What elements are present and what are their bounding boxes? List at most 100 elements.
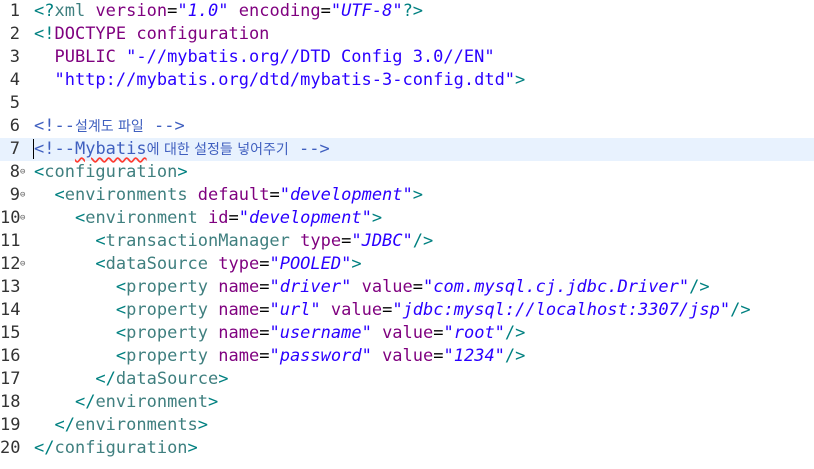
- code-text: <environments default="development">: [34, 184, 423, 207]
- code-token: encoding: [228, 1, 321, 21]
- code-line[interactable]: 6 <!--설계도 파일 -->: [0, 115, 814, 138]
- code-text: </configuration>: [34, 437, 198, 460]
- code-text: <!--Mybatis에 대한 설정들 넣어주기 -->: [33, 138, 330, 162]
- code-line[interactable]: 15 <property name="username" value="root…: [0, 322, 814, 345]
- code-token: <: [115, 277, 127, 297]
- code-text: <!--설계도 파일 -->: [34, 115, 185, 139]
- code-line[interactable]: 7 <!--Mybatis에 대한 설정들 넣어주기 -->: [0, 138, 814, 161]
- code-line[interactable]: 10 ⊖ <environment id="development">: [0, 207, 814, 230]
- fold-toggle-icon[interactable]: ⊖: [20, 253, 32, 276]
- code-token: "development": [238, 208, 372, 228]
- code-text: <property name="password" value="1234"/>: [34, 345, 526, 368]
- code-line[interactable]: 4 "http://mybatis.org/dtd/mybatis-3-conf…: [0, 69, 814, 92]
- code-token: environment: [85, 208, 209, 228]
- code-text: <environment id="development">: [34, 207, 382, 230]
- code-token: <: [33, 139, 45, 159]
- code-line[interactable]: 9 ⊖ <environments default="development">: [0, 184, 814, 207]
- code-token: property: [126, 277, 219, 297]
- line-number: 13: [0, 277, 21, 297]
- line-number: 10: [0, 208, 21, 228]
- line-number: 2: [9, 24, 20, 44]
- code-token: name: [218, 277, 260, 297]
- code-token: property: [126, 323, 219, 343]
- line-number: 11: [0, 231, 21, 251]
- code-token: dataSource: [115, 369, 219, 389]
- code-token: <: [74, 208, 86, 228]
- code-token: PUBLIC: [34, 47, 127, 67]
- code-token: "driver": [269, 277, 352, 297]
- code-token: name: [218, 300, 260, 320]
- code-token: >: [218, 369, 229, 389]
- code-text: <transactionManager type="JDBC"/>: [34, 230, 433, 253]
- code-line[interactable]: 19 </environments>: [0, 414, 814, 437]
- code-editor[interactable]: 1 <?xml version="1.0" encoding="UTF-8"?> 2…: [0, 0, 814, 469]
- code-token: =: [259, 277, 270, 297]
- code-line[interactable]: 1 <?xml version="1.0" encoding="UTF-8"?>: [0, 0, 814, 23]
- code-token: version: [95, 1, 168, 21]
- code-token: <: [115, 323, 127, 343]
- code-line[interactable]: 2 <!DOCTYPE configuration: [0, 23, 814, 46]
- code-line[interactable]: 18 </environment>: [0, 391, 814, 414]
- code-token: <?: [34, 1, 55, 21]
- code-line[interactable]: 17 </dataSource>: [0, 368, 814, 391]
- code-text: <dataSource type="POOLED">: [34, 253, 361, 276]
- code-token: =: [167, 1, 178, 21]
- code-token: "url": [269, 300, 321, 320]
- code-line[interactable]: 14 <property name="url" value="jdbc:mysq…: [0, 299, 814, 322]
- line-number: 19: [0, 415, 21, 435]
- code-token: </: [54, 415, 75, 435]
- code-token: =: [412, 277, 424, 297]
- code-token: />: [730, 300, 751, 320]
- code-token: transactionManager: [105, 231, 301, 251]
- code-token: property: [126, 346, 219, 366]
- code-line[interactable]: 8 ⊖ <configuration>: [0, 161, 814, 184]
- code-token: <!--: [34, 116, 75, 136]
- fold-toggle-icon[interactable]: ⊖: [20, 161, 32, 184]
- code-token: "1.0": [177, 1, 229, 21]
- code-token: <: [34, 162, 45, 182]
- code-token: environment: [95, 392, 209, 412]
- code-token: -->: [288, 139, 330, 159]
- code-token: =: [382, 300, 393, 320]
- code-token: "JDBC": [351, 231, 413, 251]
- code-line[interactable]: 12 ⊖ <dataSource type="POOLED">: [0, 253, 814, 276]
- code-line[interactable]: 11 <transactionManager type="JDBC"/>: [0, 230, 814, 253]
- code-text: <configuration>: [34, 161, 188, 184]
- fold-toggle-icon[interactable]: ⊖: [20, 184, 32, 207]
- line-number: 15: [0, 323, 21, 343]
- code-line[interactable]: 16 <property name="password" value="1234…: [0, 345, 814, 368]
- line-number: 4: [9, 70, 20, 90]
- code-token: =: [259, 254, 270, 274]
- code-token: <: [115, 346, 127, 366]
- code-text: </environment>: [34, 391, 218, 414]
- code-token: >: [177, 162, 188, 182]
- code-token: default: [197, 185, 270, 205]
- code-token: "jdbc:mysql://localhost:3307/jsp": [392, 300, 731, 320]
- code-line[interactable]: 20 </configuration>: [0, 437, 814, 460]
- code-token: "com.mysql.cj.jdbc.Driver": [423, 277, 690, 297]
- code-token: "username": [269, 323, 372, 343]
- code-token: property: [126, 300, 219, 320]
- code-token: name: [218, 346, 260, 366]
- code-token: "password": [269, 346, 372, 366]
- code-token: <!: [34, 24, 55, 44]
- code-token: type: [218, 254, 260, 274]
- code-line[interactable]: 3 PUBLIC "-//mybatis.org//DTD Config 3.0…: [0, 46, 814, 69]
- code-token: type: [300, 231, 342, 251]
- code-token: />: [412, 231, 434, 251]
- line-number: 8: [9, 162, 20, 182]
- fold-toggle-icon[interactable]: ⊖: [20, 207, 32, 230]
- code-text: "http://mybatis.org/dtd/mybatis-3-config…: [34, 69, 525, 92]
- code-text: <property name="driver" value="com.mysql…: [34, 276, 710, 299]
- code-token: <: [54, 185, 65, 205]
- code-line[interactable]: 5: [0, 92, 814, 115]
- code-token: DOCTYPE configuration: [54, 24, 270, 44]
- code-token: value: [371, 346, 434, 366]
- code-line[interactable]: 13 <property name="driver" value="com.my…: [0, 276, 814, 299]
